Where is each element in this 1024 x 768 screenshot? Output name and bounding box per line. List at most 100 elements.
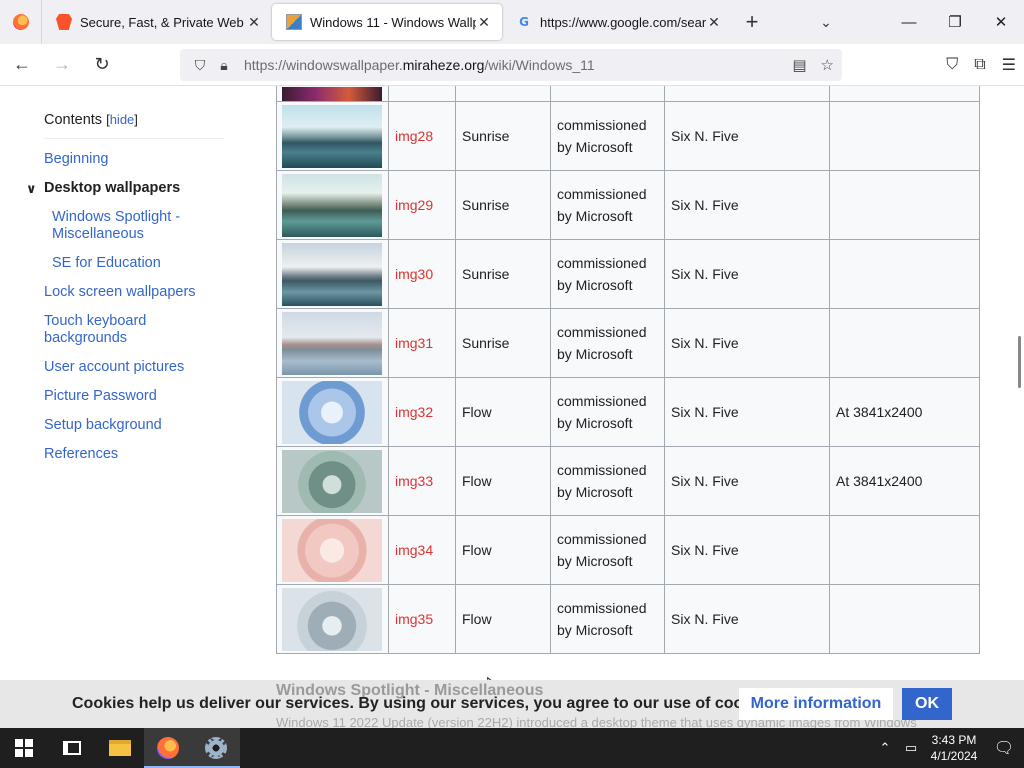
artist-cell: Six N. Five — [671, 266, 739, 282]
author-cell: commissioned by Microsoft — [557, 186, 647, 224]
new-tab-button[interactable]: + — [732, 0, 772, 44]
table-row: img34 Flow commissioned by Microsoft Six N.… — [276, 515, 980, 585]
network-icon[interactable]: ▭ — [898, 740, 924, 756]
wallpaper-thumbnail[interactable] — [282, 449, 382, 513]
author-cell: commissioned by Microsoft — [557, 531, 647, 569]
firefox-menu-icon[interactable] — [0, 0, 42, 44]
author-cell: commissioned by Microsoft — [557, 462, 647, 500]
toc-item-setup-background[interactable]: Setup background — [44, 417, 224, 434]
wallpaper-thumbnail[interactable] — [282, 104, 382, 168]
minimize-button[interactable]: — — [886, 0, 932, 44]
notes-cell: At 3841x2400 — [836, 473, 923, 489]
toc-header: Contents [hide] — [44, 112, 224, 139]
firefox-taskbar-button[interactable] — [144, 728, 192, 768]
mouse-cursor-icon — [481, 673, 501, 680]
bookmark-star-icon[interactable]: ☆ — [821, 56, 834, 74]
page-content: Contents [hide] Beginning ∨ Desktop wallp… — [0, 86, 1024, 680]
image-name-link[interactable]: img28 — [395, 128, 433, 144]
image-name-link[interactable]: img31 — [395, 335, 433, 351]
file-explorer-button[interactable] — [96, 728, 144, 768]
more-information-button[interactable]: More information — [739, 688, 893, 720]
artist-cell: Six N. Five — [671, 128, 739, 144]
cookie-message: Cookies help us deliver our services. By… — [72, 695, 779, 712]
tab-windows-11[interactable]: Windows 11 - Windows Wallpa ✕ — [272, 4, 502, 40]
style-cell: Flow — [462, 473, 492, 489]
close-tab-icon[interactable]: ✕ — [246, 14, 262, 31]
lock-icon[interactable]: 🔒︎ — [212, 57, 236, 74]
wallpaper-thumbnail[interactable] — [282, 242, 382, 306]
wallpaper-thumbnail[interactable] — [282, 518, 382, 582]
image-name-link[interactable]: img33 — [395, 473, 433, 489]
cookie-banner: Windows Spotlight - Miscellaneous Window… — [0, 680, 1024, 730]
image-name-link[interactable]: img35 — [395, 611, 433, 627]
toc-item-beginning[interactable]: Beginning — [44, 151, 224, 168]
table-of-contents: Contents [hide] Beginning ∨ Desktop wallp… — [26, 112, 224, 475]
clock[interactable]: 3:43 PM 4/1/2024 — [924, 732, 984, 764]
tab-google[interactable]: G https://www.google.com/searc ✕ — [502, 0, 732, 44]
scrollbar-thumb[interactable] — [1018, 336, 1021, 388]
reload-icon[interactable]: ↻ — [84, 49, 120, 81]
artist-cell: Six N. Five — [671, 335, 739, 351]
toc-item-windows-spotlight[interactable]: Windows Spotlight - Miscellaneous — [52, 209, 224, 243]
table-row: img31 Sunrise commissioned by Microsoft Six… — [276, 308, 980, 378]
chevron-up-icon[interactable]: ⌃ — [872, 740, 898, 756]
toc-item-se-for-education[interactable]: SE for Education — [52, 255, 224, 272]
extensions-puzzle-icon[interactable]: ⧉ — [974, 56, 985, 74]
artist-cell: Six N. Five — [671, 473, 739, 489]
url-text[interactable]: https://windowswallpaper.miraheze.org/wi… — [244, 57, 595, 73]
toc-hide-link[interactable]: hide — [110, 112, 135, 127]
wallpaper-wiki-icon — [286, 14, 302, 30]
image-name-link[interactable]: img29 — [395, 197, 433, 213]
toc-item-desktop-wallpapers[interactable]: ∨ Desktop wallpapers — [26, 180, 224, 197]
address-bar[interactable]: ⛉ 🔒︎ https://windowswallpaper.miraheze.o… — [180, 49, 842, 81]
system-tray: ⌃ ▭ 3:43 PM 4/1/2024 🗨︎ — [872, 728, 1024, 768]
close-tab-icon[interactable]: ✕ — [706, 14, 722, 31]
image-name-link[interactable]: img30 — [395, 266, 433, 282]
close-tab-icon[interactable]: ✕ — [476, 14, 492, 31]
wallpaper-thumbnail[interactable] — [282, 380, 382, 444]
settings-taskbar-button[interactable] — [192, 728, 240, 768]
close-window-button[interactable]: ✕ — [978, 0, 1024, 44]
style-cell: Sunrise — [462, 335, 510, 351]
tab-strip: Secure, Fast, & Private Web Bro ✕ Window… — [0, 0, 1024, 44]
restore-button[interactable]: ❐ — [932, 0, 978, 44]
tab-title: Secure, Fast, & Private Web Bro — [80, 14, 246, 30]
start-button[interactable] — [0, 728, 48, 768]
wallpaper-thumbnail[interactable] — [282, 173, 382, 237]
author-cell: commissioned by Microsoft — [557, 117, 647, 155]
toc-item-user-account-pictures[interactable]: User account pictures — [44, 359, 224, 376]
author-cell: commissioned by Microsoft — [557, 393, 647, 431]
toc-item-touch-keyboard[interactable]: Touch keyboard backgrounds — [44, 313, 224, 347]
hamburger-menu-icon[interactable]: ☰ — [1002, 55, 1016, 75]
notification-center-icon[interactable]: 🗨︎ — [984, 738, 1024, 758]
wallpaper-thumbnail[interactable] — [282, 311, 382, 375]
pocket-icon[interactable]: ⛉ — [946, 56, 958, 74]
forward-arrow-icon[interactable]: → — [44, 49, 80, 81]
tab-brave[interactable]: Secure, Fast, & Private Web Bro ✕ — [42, 0, 272, 44]
image-name-link[interactable]: img32 — [395, 404, 433, 420]
windows-logo-icon — [15, 739, 33, 757]
wallpaper-thumbnail[interactable] — [282, 87, 382, 101]
wallpaper-table: img28 Sunrise commissioned by Microsoft Six… — [276, 86, 980, 654]
toc-item-references[interactable]: References — [44, 446, 224, 463]
author-cell: commissioned by Microsoft — [557, 600, 647, 638]
ok-button[interactable]: OK — [902, 688, 952, 720]
back-arrow-icon[interactable]: ← — [4, 49, 40, 81]
tracking-protection-shield-icon[interactable]: ⛉ — [188, 57, 212, 74]
list-all-tabs-chevron-icon[interactable]: ⌄ — [806, 0, 846, 44]
image-name-link[interactable]: img34 — [395, 542, 433, 558]
navigation-toolbar: ← → ↻ ⛉ 🔒︎ https://windowswallpaper.mira… — [0, 44, 1024, 86]
google-icon: G — [519, 15, 529, 29]
wallpaper-thumbnail[interactable] — [282, 587, 382, 651]
table-row: img28 Sunrise commissioned by Microsoft Six… — [276, 101, 980, 171]
tab-title: Windows 11 - Windows Wallpa — [310, 14, 476, 30]
toc-item-picture-password[interactable]: Picture Password — [44, 388, 224, 405]
toc-item-lock-screen[interactable]: Lock screen wallpapers — [44, 284, 224, 301]
style-cell: Sunrise — [462, 266, 510, 282]
table-row — [276, 86, 980, 102]
author-cell: commissioned by Microsoft — [557, 324, 647, 362]
task-view-button[interactable] — [48, 728, 96, 768]
firefox-icon — [157, 737, 179, 759]
chevron-down-icon[interactable]: ∨ — [26, 180, 37, 197]
reader-view-icon[interactable]: ▤ — [792, 56, 806, 74]
